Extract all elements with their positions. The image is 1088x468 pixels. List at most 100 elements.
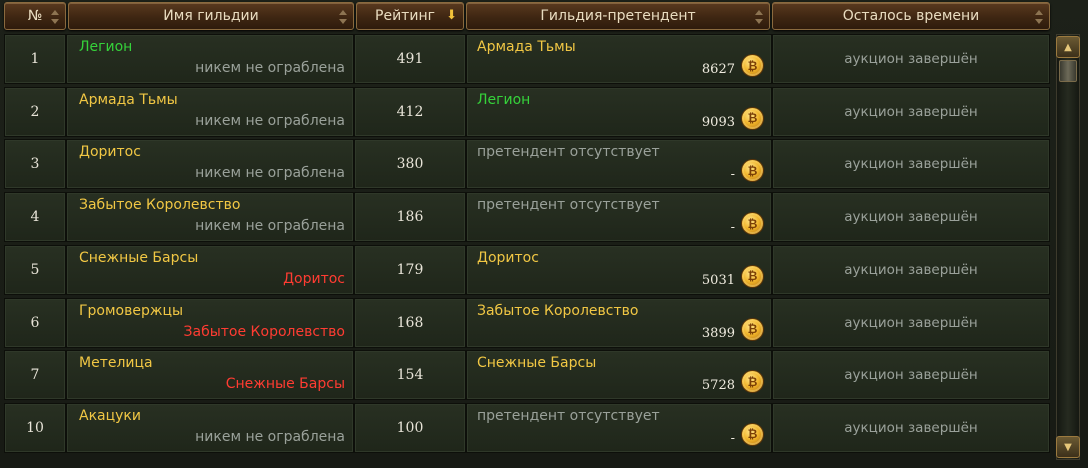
row-number-cell: 3: [4, 139, 66, 190]
table-row[interactable]: 5 Снежные Барсы Доритос 179 Доритос 5031 ₿ аукц…: [4, 244, 1050, 295]
robbed-by-text: Доритос: [283, 270, 345, 287]
guild-name[interactable]: Легион: [79, 39, 132, 55]
time-left-text: аукцион завершён: [844, 419, 978, 436]
row-number-cell: 4: [4, 192, 66, 243]
guild-name[interactable]: Метелица: [79, 355, 153, 371]
candidate-cell: Снежные Барсы 5728 ₿: [466, 350, 772, 401]
rating-cell: 100: [354, 402, 466, 453]
guild-cell: Снежные Барсы Доритос: [66, 244, 354, 295]
row-number-cell: 10: [4, 402, 66, 453]
guild-name[interactable]: Забытое Королевство: [79, 197, 240, 213]
rating-cell: 412: [354, 86, 466, 137]
time-left-cell: аукцион завершён: [772, 139, 1050, 190]
rating-cell: 380: [354, 139, 466, 190]
row-number-cell: 5: [4, 244, 66, 295]
candidate-name[interactable]: Снежные Барсы: [477, 355, 596, 371]
sort-down-arrow-icon: ⬇: [446, 8, 457, 23]
column-header-time[interactable]: Осталось времени: [772, 2, 1050, 30]
scroll-down-button[interactable]: ▼: [1056, 436, 1080, 458]
table-row[interactable]: 1 Легион никем не ограблена 491 Армада Тьмы 8…: [4, 34, 1050, 84]
table-row[interactable]: 4 Забытое Королевство никем не ограблена 18…: [4, 192, 1050, 243]
robbed-by-text: никем не ограблена: [195, 218, 345, 235]
guild-name[interactable]: Громовержцы: [79, 303, 183, 319]
gold-coin-icon: ₿: [742, 160, 763, 182]
table-row[interactable]: 3 Доритос никем не ограблена 380 претендент …: [4, 139, 1050, 190]
scrollbar-thumb[interactable]: [1059, 60, 1077, 82]
column-header-rating-label: Рейтинг: [375, 8, 435, 24]
row-number: 1: [30, 51, 40, 67]
bid-amount: 3899: [701, 325, 735, 341]
candidate-cell: претендент отсутствует - ₿: [466, 192, 772, 243]
row-number: 6: [30, 314, 40, 331]
bid-amount: -: [730, 220, 735, 236]
column-header-guild[interactable]: Имя гильдии: [68, 2, 354, 30]
scrollbar-track[interactable]: [1056, 34, 1080, 460]
row-number: 2: [30, 103, 40, 120]
time-left-text: аукцион завершён: [844, 209, 978, 226]
candidate-cell: претендент отсутствует - ₿: [466, 139, 772, 190]
guild-name[interactable]: Акацуки: [79, 408, 141, 424]
robbed-by-text: Забытое Королевство: [183, 323, 345, 340]
table-row[interactable]: 2 Армада Тьмы никем не ограблена 412 Легион 9…: [4, 86, 1050, 137]
rating-value: 380: [396, 156, 424, 173]
guild-cell: Доритос никем не ограблена: [66, 139, 354, 190]
robbed-by-text: никем не ограблена: [195, 112, 345, 129]
rating-cell: 168: [354, 297, 466, 348]
guild-cell: Акацуки никем не ограблена: [66, 402, 354, 453]
sort-icon: [339, 10, 347, 24]
candidate-name[interactable]: Легион: [477, 92, 530, 108]
guild-name[interactable]: Армада Тьмы: [79, 92, 178, 108]
sort-icon: [51, 10, 59, 24]
time-left-text: аукцион завершён: [844, 51, 978, 67]
rating-cell: 186: [354, 192, 466, 243]
column-header-num[interactable]: №: [4, 2, 66, 30]
robbed-by-text: никем не ограблена: [195, 60, 345, 76]
candidate-cell: Забытое Королевство 3899 ₿: [466, 297, 772, 348]
column-header-rating[interactable]: Рейтинг ⬇: [356, 2, 464, 30]
scroll-up-button[interactable]: ▲: [1056, 36, 1080, 58]
candidate-cell: Армада Тьмы 8627 ₿: [466, 34, 772, 84]
sort-icon: [755, 10, 763, 24]
guild-name[interactable]: Доритос: [79, 144, 141, 160]
gold-coin-icon: ₿: [742, 55, 763, 76]
row-number: 7: [30, 367, 40, 384]
candidate-name[interactable]: претендент отсутствует: [477, 408, 660, 424]
column-header-candidate[interactable]: Гильдия-претендент: [466, 2, 770, 30]
rating-value: 154: [396, 367, 424, 384]
bid-amount: 8627: [701, 62, 735, 77]
column-header-guild-label: Имя гильдии: [163, 8, 259, 24]
time-left-cell: аукцион завершён: [772, 402, 1050, 453]
candidate-name[interactable]: Забытое Королевство: [477, 303, 638, 319]
gold-coin-icon: ₿: [742, 265, 763, 287]
candidate-cell: Легион 9093 ₿: [466, 86, 772, 137]
candidate-name[interactable]: Доритос: [477, 250, 539, 266]
bid-amount: 9093: [701, 114, 735, 130]
time-left-text: аукцион завершён: [844, 156, 978, 173]
candidate-name[interactable]: Армада Тьмы: [477, 39, 576, 55]
time-left-text: аукцион завершён: [844, 261, 978, 278]
rating-cell: 179: [354, 244, 466, 295]
table-row[interactable]: 6 Громовержцы Забытое Королевство 168 Забыто…: [4, 297, 1050, 348]
rating-value: 186: [396, 209, 424, 226]
time-left-text: аукцион завершён: [844, 103, 978, 120]
candidate-cell: Доритос 5031 ₿: [466, 244, 772, 295]
column-header-time-label: Осталось времени: [842, 8, 980, 24]
guild-name[interactable]: Снежные Барсы: [79, 250, 198, 266]
candidate-name[interactable]: претендент отсутствует: [477, 197, 660, 213]
candidate-name[interactable]: претендент отсутствует: [477, 144, 660, 160]
row-number: 5: [30, 261, 40, 278]
bid-amount: 5031: [701, 272, 735, 288]
gold-coin-icon: ₿: [742, 318, 763, 340]
row-number-cell: 1: [4, 34, 66, 84]
rating-cell: 491: [354, 34, 466, 84]
row-number-cell: 6: [4, 297, 66, 348]
table-row[interactable]: 7 Метелица Снежные Барсы 154 Снежные Барсы 57…: [4, 350, 1050, 401]
time-left-cell: аукцион завершён: [772, 86, 1050, 137]
guild-cell: Громовержцы Забытое Королевство: [66, 297, 354, 348]
table-row[interactable]: 10 Акацуки никем не ограблена 100 претендент…: [4, 402, 1050, 453]
gold-coin-icon: ₿: [742, 423, 763, 445]
gold-coin-icon: ₿: [742, 213, 763, 235]
rating-value: 100: [396, 419, 424, 436]
time-left-cell: аукцион завершён: [772, 350, 1050, 401]
guild-cell: Легион никем не ограблена: [66, 34, 354, 84]
